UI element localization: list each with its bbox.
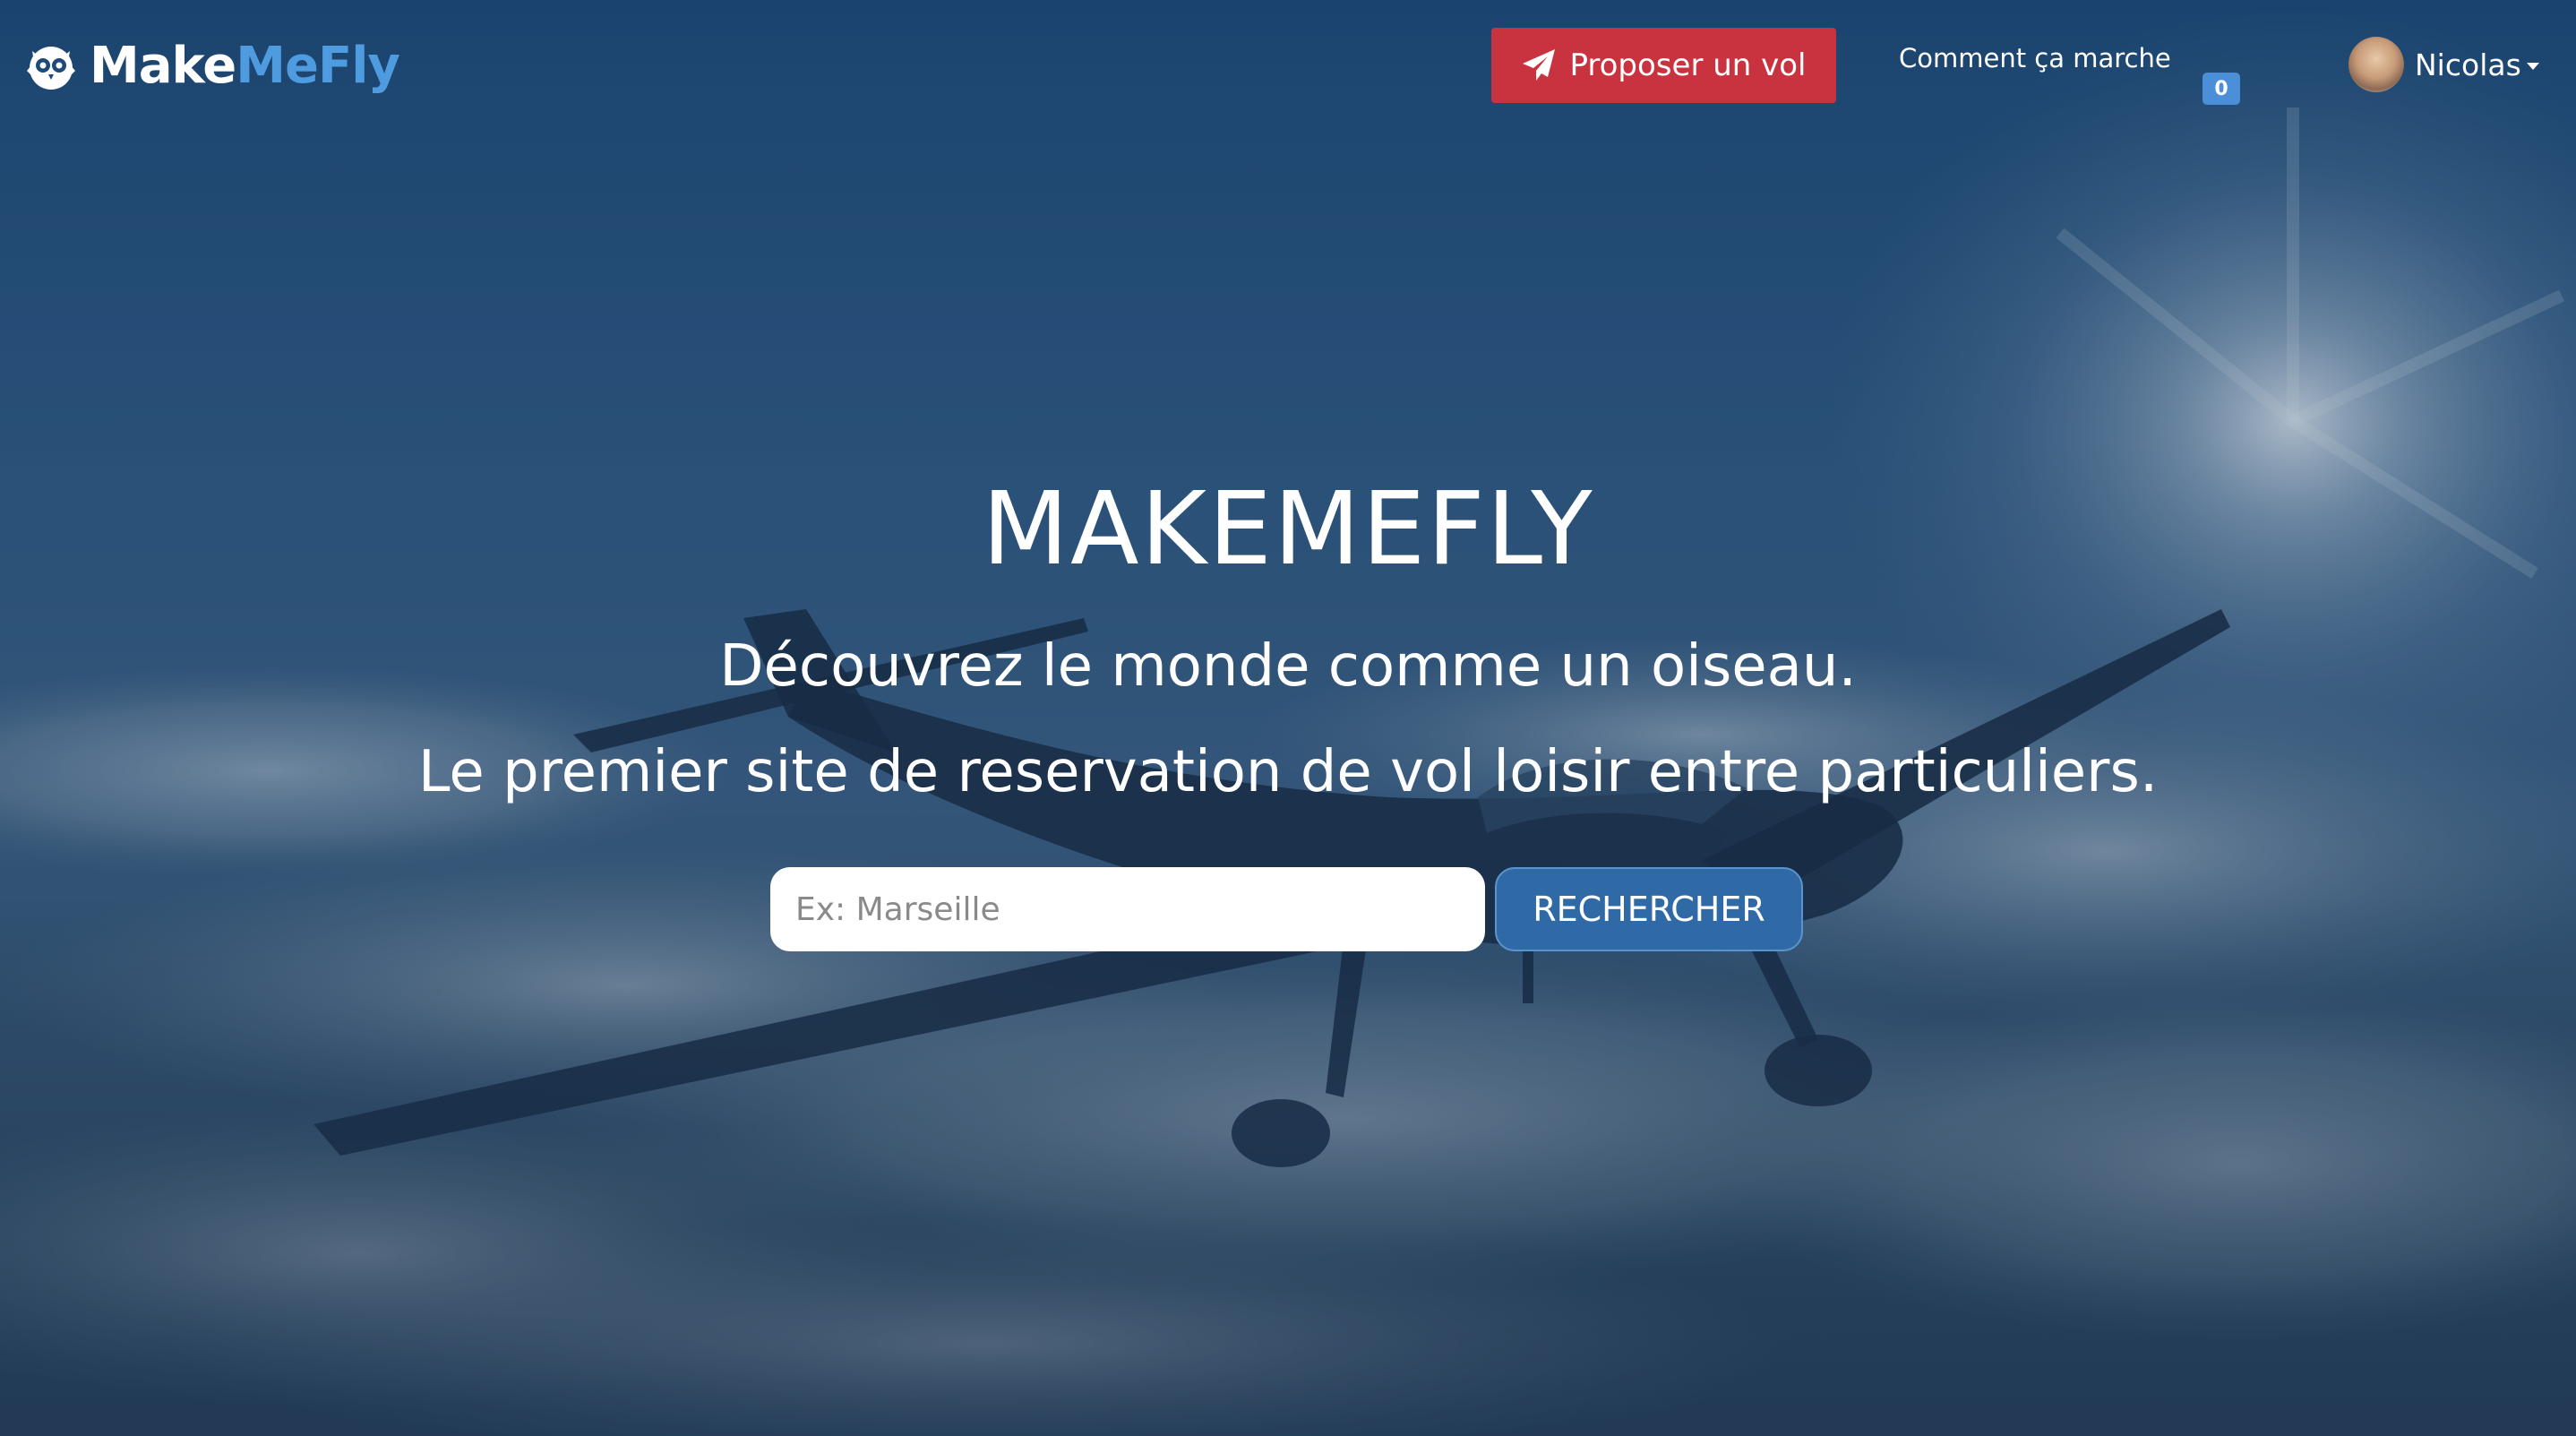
- brand-name-part1: Make: [90, 37, 236, 95]
- hero-subtitle-line1: Découvrez le monde comme un oiseau.: [719, 633, 1857, 700]
- brand-logo-link[interactable]: MakeMeFly: [23, 30, 400, 102]
- avatar: [2348, 37, 2404, 92]
- hero-subtitle-line2: Le premier site de reservation de vol lo…: [417, 739, 2159, 805]
- hero-title: MAKEMEFLY: [982, 471, 1594, 588]
- how-it-works-link[interactable]: Comment ça marche: [1899, 43, 2171, 73]
- propose-flight-label: Proposer un vol: [1569, 47, 1807, 83]
- top-navbar: MakeMeFly Proposer un vol Comment ça mar…: [0, 0, 2576, 134]
- brand-name-part2: MeFly: [236, 37, 400, 95]
- user-name: Nicolas: [2415, 47, 2521, 82]
- search-input[interactable]: [770, 867, 1485, 951]
- search-button[interactable]: RECHERCHER: [1495, 867, 1803, 951]
- page: MakeMeFly Proposer un vol Comment ça mar…: [0, 0, 2576, 1436]
- owl-logo-icon: [27, 47, 75, 90]
- paper-plane-icon: [1523, 49, 1556, 81]
- user-menu-dropdown[interactable]: Nicolas: [2348, 34, 2539, 95]
- brand-name: MakeMeFly: [90, 41, 400, 91]
- notification-count-badge[interactable]: 0: [2202, 73, 2240, 105]
- hero-background-image: [0, 0, 2576, 1436]
- caret-down-icon: [2526, 63, 2539, 70]
- propose-flight-button[interactable]: Proposer un vol: [1491, 28, 1836, 103]
